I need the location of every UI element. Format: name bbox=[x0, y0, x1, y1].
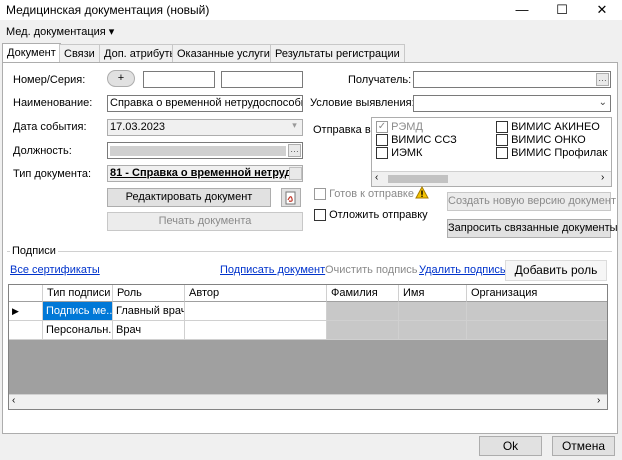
table-row-cell-surname-redacted[interactable] bbox=[327, 321, 399, 340]
signatures-group-label: Подписи bbox=[10, 245, 58, 257]
send-targets-list: ✓ РЭМД ВИМИС АКИНЕО ВИМИС ССЗ ВИМИС ОНКО… bbox=[371, 117, 612, 187]
series-input[interactable] bbox=[221, 71, 303, 88]
ok-button[interactable]: Ok bbox=[479, 436, 542, 456]
pdf-icon bbox=[285, 191, 296, 205]
table-row-cell-author[interactable] bbox=[185, 302, 327, 321]
condition-select[interactable]: ⌄ bbox=[413, 95, 611, 112]
menu-med-docs[interactable]: Мед. документация ▾ bbox=[6, 25, 114, 38]
position-input[interactable]: … bbox=[107, 142, 303, 159]
ready-to-send-checkbox[interactable]: Готов к отправке bbox=[314, 188, 414, 201]
position-value-redacted bbox=[110, 146, 286, 156]
scrollbar-thumb[interactable] bbox=[388, 175, 448, 183]
doctype-lookup-icon[interactable] bbox=[289, 167, 302, 180]
request-related-button[interactable]: Запросить связанные документы bbox=[447, 219, 618, 238]
signatures-divider bbox=[7, 251, 612, 252]
table-row-cell-surname-redacted[interactable] bbox=[327, 302, 399, 321]
number-input[interactable] bbox=[143, 71, 215, 88]
send-target-vimis-onko[interactable]: ВИМИС ОНКО bbox=[496, 134, 586, 147]
scroll-right-icon[interactable]: › bbox=[601, 172, 604, 183]
grid-row-header-corner bbox=[9, 285, 43, 302]
close-button[interactable]: ✕ bbox=[582, 0, 622, 20]
table-row-cell-role[interactable]: Главный врач bbox=[113, 302, 185, 321]
recipient-lookup-icon[interactable]: … bbox=[596, 73, 609, 86]
table-row-cell-name-redacted[interactable] bbox=[399, 302, 467, 321]
send-target-vimis-akineo[interactable]: ВИМИС АКИНЕО bbox=[496, 121, 600, 134]
recipient-input[interactable]: … bbox=[413, 71, 611, 88]
table-row-cell-type[interactable]: Персональн... bbox=[43, 321, 113, 340]
checkbox-icon[interactable] bbox=[314, 209, 326, 222]
event-date-value: 17.03.2023 bbox=[110, 121, 166, 133]
scroll-left-icon[interactable]: ‹ bbox=[375, 172, 378, 183]
table-row-cell-name-redacted[interactable] bbox=[399, 321, 467, 340]
sign-document-link[interactable]: Подписать документ bbox=[220, 264, 325, 276]
checkbox-icon[interactable] bbox=[496, 147, 508, 160]
warning-icon bbox=[415, 185, 429, 202]
row-pointer-icon: ▶ bbox=[12, 306, 19, 316]
grid-scrollbar[interactable]: ‹ › bbox=[9, 394, 607, 409]
clear-signature-link[interactable]: Очистить подпись bbox=[325, 264, 418, 276]
column-header-signature-type[interactable]: Тип подписи bbox=[43, 285, 113, 302]
send-target-vimis-prof[interactable]: ВИМИС Профилактика bbox=[496, 147, 608, 160]
maximize-button[interactable]: ☐ bbox=[542, 0, 582, 20]
tab-registration-results[interactable]: Результаты регистрации bbox=[270, 44, 405, 63]
pdf-button[interactable] bbox=[281, 188, 301, 207]
table-row-cell-org-redacted[interactable] bbox=[467, 302, 607, 321]
position-lookup-icon[interactable]: … bbox=[288, 144, 301, 157]
checkbox-icon[interactable] bbox=[376, 134, 388, 147]
checkbox-icon[interactable] bbox=[376, 147, 388, 160]
calendar-dropdown-icon[interactable]: ▾ bbox=[288, 121, 301, 134]
send-target-remd[interactable]: ✓ РЭМД bbox=[376, 121, 423, 134]
chevron-down-icon: ⌄ bbox=[598, 97, 607, 108]
table-row-cell-org-redacted[interactable] bbox=[467, 321, 607, 340]
tab-links[interactable]: Связи bbox=[59, 44, 100, 63]
signatures-grid: Тип подписи Роль Автор Фамилия Имя Орган… bbox=[8, 284, 608, 410]
checkbox-icon[interactable] bbox=[496, 134, 508, 147]
row-selector[interactable] bbox=[9, 321, 43, 340]
cancel-button[interactable]: Отмена bbox=[552, 436, 615, 456]
scroll-right-icon[interactable]: › bbox=[597, 395, 600, 406]
edit-document-button[interactable]: Редактировать документ bbox=[107, 188, 271, 207]
name-input[interactable]: Справка о временной нетрудоспособности bbox=[107, 95, 303, 112]
send-target-iemk[interactable]: ИЭМК bbox=[376, 147, 422, 160]
add-number-button[interactable]: + bbox=[107, 70, 135, 87]
tab-document[interactable]: Документ bbox=[2, 43, 61, 64]
column-header-name[interactable]: Имя bbox=[399, 285, 467, 302]
table-row-cell-role[interactable]: Врач bbox=[113, 321, 185, 340]
minimize-button[interactable]: — bbox=[502, 0, 542, 20]
send-target-vimis-ssz[interactable]: ВИМИС ССЗ bbox=[376, 134, 457, 147]
checkbox-checked-icon[interactable]: ✓ bbox=[376, 121, 388, 134]
checkbox-icon[interactable] bbox=[314, 188, 326, 201]
table-row-cell-author[interactable] bbox=[185, 321, 327, 340]
doctype-value: 81 - Справка о временной нетрудоспособно… bbox=[110, 167, 302, 179]
column-header-author[interactable]: Автор bbox=[185, 285, 327, 302]
event-date-input[interactable]: 17.03.2023 ▾ bbox=[107, 119, 303, 136]
row-selector[interactable]: ▶ bbox=[9, 302, 43, 321]
number-label: Номер/Серия: bbox=[13, 74, 86, 86]
create-version-button[interactable]: Создать новую версию документ bbox=[447, 192, 616, 211]
doctype-input[interactable]: 81 - Справка о временной нетрудоспособно… bbox=[107, 165, 303, 182]
table-row-cell-type[interactable]: Подпись ме... bbox=[43, 302, 113, 321]
scroll-left-icon[interactable]: ‹ bbox=[12, 395, 15, 406]
condition-label: Условие выявления: bbox=[310, 97, 415, 109]
checkbox-icon[interactable] bbox=[496, 121, 508, 134]
tab-services[interactable]: Оказанные услуги bbox=[172, 44, 275, 63]
column-header-surname[interactable]: Фамилия bbox=[327, 285, 399, 302]
add-role-button[interactable]: Добавить роль bbox=[505, 260, 607, 281]
name-label: Наименование: bbox=[13, 97, 93, 109]
recipient-label: Получатель: bbox=[348, 74, 412, 86]
send-to-label: Отправка в bbox=[313, 124, 371, 136]
postpone-send-checkbox[interactable]: Отложить отправку bbox=[314, 209, 428, 222]
print-document-button[interactable]: Печать документа bbox=[107, 212, 303, 231]
doctype-label: Тип документа: bbox=[13, 168, 92, 180]
delete-signature-link[interactable]: Удалить подпись bbox=[419, 264, 506, 276]
all-certificates-link[interactable]: Все сертификаты bbox=[10, 264, 100, 276]
window-title: Медицинская документация (новый) bbox=[6, 3, 210, 17]
send-targets-scrollbar[interactable]: ‹ › bbox=[372, 171, 611, 186]
event-date-label: Дата события: bbox=[13, 121, 87, 133]
tab-extra-attributes[interactable]: Доп. атрибуты bbox=[99, 44, 183, 63]
column-header-organization[interactable]: Организация bbox=[467, 285, 607, 302]
position-label: Должность: bbox=[13, 145, 72, 157]
column-header-role[interactable]: Роль bbox=[113, 285, 185, 302]
